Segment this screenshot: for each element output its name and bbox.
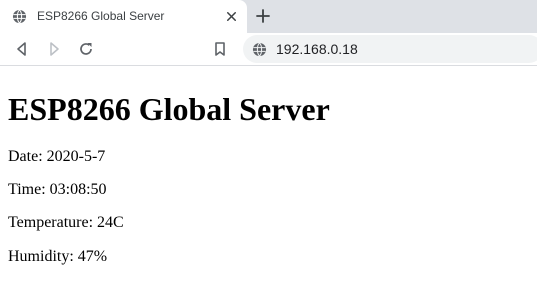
temperature-line: Temperature: 24C xyxy=(8,214,124,231)
back-arrow-icon[interactable] xyxy=(13,40,31,58)
url-text[interactable]: 192.168.0.18 xyxy=(276,41,358,57)
globe-icon[interactable] xyxy=(252,42,267,57)
browser-toolbar: 192.168.0.18 xyxy=(0,33,537,66)
date-line: Date: 2020-5-7 xyxy=(8,148,106,165)
address-bar[interactable]: 192.168.0.18 xyxy=(243,35,537,63)
browser-tab[interactable]: ESP8266 Global Server xyxy=(0,0,247,33)
close-icon[interactable] xyxy=(224,9,239,24)
page-title: ESP8266 Global Server xyxy=(8,91,330,127)
page-content: ESP8266 Global Server Date: 2020-5-7 Tim… xyxy=(8,66,528,265)
bookmark-icon[interactable] xyxy=(211,40,229,58)
time-line: Time: 03:08:50 xyxy=(8,181,107,198)
globe-icon xyxy=(12,9,27,24)
humidity-line: Humidity: 47% xyxy=(8,248,108,265)
reload-icon[interactable] xyxy=(77,40,95,58)
forward-arrow-icon[interactable] xyxy=(45,40,63,58)
tab-strip: ESP8266 Global Server xyxy=(0,0,537,33)
plus-icon[interactable] xyxy=(254,7,272,25)
tab-title: ESP8266 Global Server xyxy=(37,9,165,23)
